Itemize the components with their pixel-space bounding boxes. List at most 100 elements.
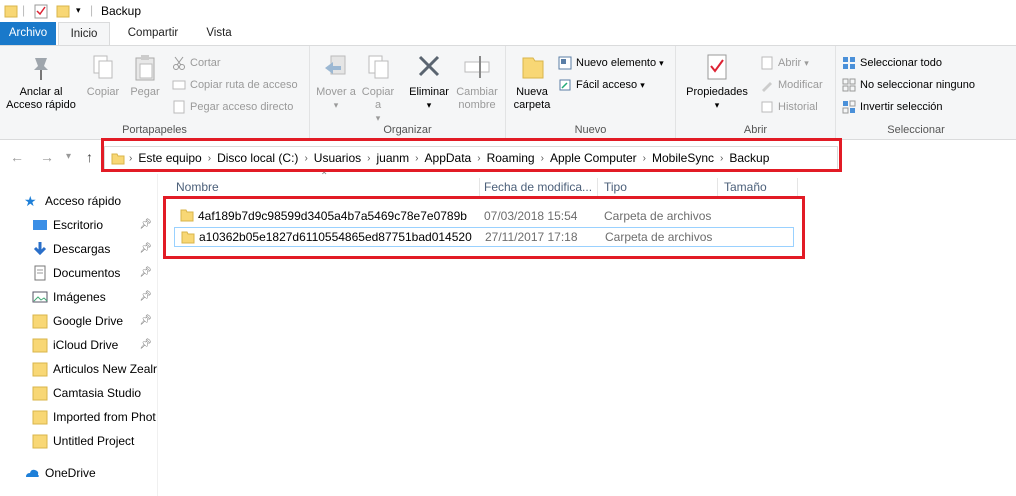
pin-icon[interactable]: 📌︎	[139, 267, 152, 278]
nav-item-descargas[interactable]: Descargas 📌︎	[0, 238, 158, 260]
folder-icon	[32, 314, 48, 329]
open-button[interactable]: Abrir ▾	[760, 56, 809, 70]
paste-shortcut-label: Pegar acceso directo	[190, 101, 294, 113]
pin-label: Anclar al Acceso rápido	[6, 86, 76, 111]
nav-item-documentos[interactable]: Documentos 📌︎	[0, 262, 158, 284]
select-none-label: No seleccionar ninguno	[860, 79, 975, 91]
column-header-nombre[interactable]: Nombre	[170, 178, 480, 198]
back-arrow-icon[interactable]: ←	[10, 149, 24, 165]
copy-to-button[interactable]: Copiar a ▾	[358, 52, 398, 125]
copy-path-icon	[172, 80, 186, 90]
pin-icon[interactable]: 📌︎	[139, 315, 152, 326]
folder-icon	[32, 338, 48, 353]
tab-compartir[interactable]: Compartir	[118, 22, 188, 45]
delete-icon	[418, 55, 440, 77]
rename-label: Cambiar nombre	[456, 86, 498, 111]
tab-inicio[interactable]: Inicio	[58, 22, 110, 46]
ribbon-tabs: Archivo Inicio Compartir Vista	[0, 22, 1016, 46]
easy-access-button[interactable]: Fácil acceso ▾	[558, 78, 645, 92]
nav-item-imported[interactable]: Imported from Phot	[0, 406, 158, 428]
copy-button[interactable]: Copiar	[84, 52, 122, 99]
nav-item-icloud-drive[interactable]: iCloud Drive 📌︎	[0, 334, 158, 356]
pin-icon[interactable]: 📌︎	[139, 243, 152, 254]
copy-to-icon	[368, 55, 389, 79]
nav-label: Google Drive	[53, 314, 124, 328]
column-header-fecha[interactable]: Fecha de modifica...	[478, 178, 598, 198]
cloud-icon	[26, 469, 39, 477]
nav-item-untitled[interactable]: Untitled Project	[0, 430, 158, 452]
paste-shortcut-button[interactable]: Pegar acceso directo	[172, 100, 293, 114]
group-label: Nuevo	[574, 124, 607, 136]
move-to-button[interactable]: Mover a ▾	[316, 52, 356, 112]
invert-selection-label: Invertir selección	[860, 101, 943, 113]
folder-icon	[32, 362, 48, 377]
nav-label: Documentos	[53, 266, 121, 280]
move-label: Mover a	[316, 86, 356, 98]
files-highlight-box	[163, 196, 805, 259]
window-title: Backup	[101, 4, 142, 18]
delete-button[interactable]: Eliminar ▾	[406, 52, 452, 112]
pin-icon[interactable]: 📌︎	[139, 291, 152, 302]
properties-button[interactable]: Propiedades ▾	[682, 52, 752, 112]
tab-archivo[interactable]: Archivo	[0, 22, 56, 45]
paste-button[interactable]: Pegar	[126, 52, 164, 99]
tab-vista[interactable]: Vista	[196, 22, 242, 45]
nav-quick-access[interactable]: ★ Acceso rápido	[0, 190, 158, 212]
new-folder-icon[interactable]	[56, 3, 70, 19]
history-button[interactable]: Historial	[760, 100, 818, 114]
up-arrow-icon[interactable]: ↑	[86, 149, 93, 165]
rename-icon	[464, 56, 490, 78]
group-portapapeles: Anclar al Acceso rápido Copiar Pegar Cor…	[0, 46, 310, 139]
edit-label: Modificar	[778, 79, 823, 91]
new-item-button[interactable]: Nuevo elemento ▾	[558, 56, 664, 70]
open-label: Abrir	[778, 57, 802, 69]
pin-quick-access-button[interactable]: Anclar al Acceso rápido	[4, 52, 78, 112]
folder-icon	[32, 386, 48, 401]
navigation-pane: ★ Acceso rápido Escritorio 📌︎ Descargas …	[0, 174, 158, 496]
properties-icon[interactable]	[34, 3, 48, 19]
pin-icon[interactable]: 📌︎	[139, 219, 152, 230]
copy-path-button[interactable]: Copiar ruta de acceso	[172, 78, 298, 92]
forward-arrow-icon[interactable]: →	[40, 149, 54, 165]
easy-access-label: Fácil acceso	[576, 79, 638, 91]
nav-item-imagenes[interactable]: Imágenes 📌︎	[0, 286, 158, 308]
group-organizar: Mover a ▾ Copiar a ▾ Eliminar ▾ Cambiar nom…	[310, 46, 506, 139]
folder-icon	[4, 5, 18, 18]
edit-button[interactable]: Modificar	[760, 78, 823, 92]
nav-item-camtasia[interactable]: Camtasia Studio	[0, 382, 158, 404]
nav-onedrive[interactable]: OneDrive	[0, 462, 158, 484]
history-label: Historial	[778, 101, 818, 113]
ribbon: Anclar al Acceso rápido Copiar Pegar Cor…	[0, 45, 1016, 140]
nav-label: Imágenes	[53, 290, 106, 304]
new-folder-button[interactable]: Nueva carpeta	[512, 52, 552, 112]
new-item-label: Nuevo elemento	[576, 57, 657, 69]
group-seleccionar: Seleccionar todo No seleccionar ninguno …	[836, 46, 996, 139]
column-header-tamano[interactable]: Tamaño	[718, 178, 798, 198]
document-icon	[34, 265, 46, 281]
nav-label: OneDrive	[45, 466, 96, 480]
column-header-tipo[interactable]: Tipo	[598, 178, 718, 198]
select-all-button[interactable]: Seleccionar todo	[842, 56, 942, 70]
easy-access-icon	[559, 79, 571, 91]
recent-locations-icon[interactable]: ▾	[66, 151, 71, 162]
open-icon	[761, 56, 773, 70]
edit-icon	[762, 82, 772, 92]
invert-selection-button[interactable]: Invertir selección	[842, 100, 943, 114]
star-icon: ★	[24, 193, 37, 209]
select-none-button[interactable]: No seleccionar ninguno	[842, 78, 975, 92]
cut-button[interactable]: Cortar	[172, 56, 221, 70]
pin-icon[interactable]: 📌︎	[139, 339, 152, 350]
customize-toolbar-icon[interactable]: ▾	[76, 5, 81, 21]
folder-icon	[32, 434, 48, 449]
paste-shortcut-icon	[173, 100, 185, 114]
new-folder-label: Nueva carpeta	[513, 86, 551, 111]
separator: |	[22, 3, 26, 17]
copy-path-label: Copiar ruta de acceso	[190, 79, 298, 91]
nav-item-escritorio[interactable]: Escritorio 📌︎	[0, 214, 158, 236]
nav-item-google-drive[interactable]: Google Drive 📌︎	[0, 310, 158, 332]
rename-button[interactable]: Cambiar nombre	[452, 52, 502, 112]
nav-item-articulos[interactable]: Articulos New Zealr	[0, 358, 158, 380]
folder-icon	[32, 410, 48, 425]
address-highlight-box	[101, 138, 842, 172]
nav-label: Acceso rápido	[45, 194, 122, 208]
